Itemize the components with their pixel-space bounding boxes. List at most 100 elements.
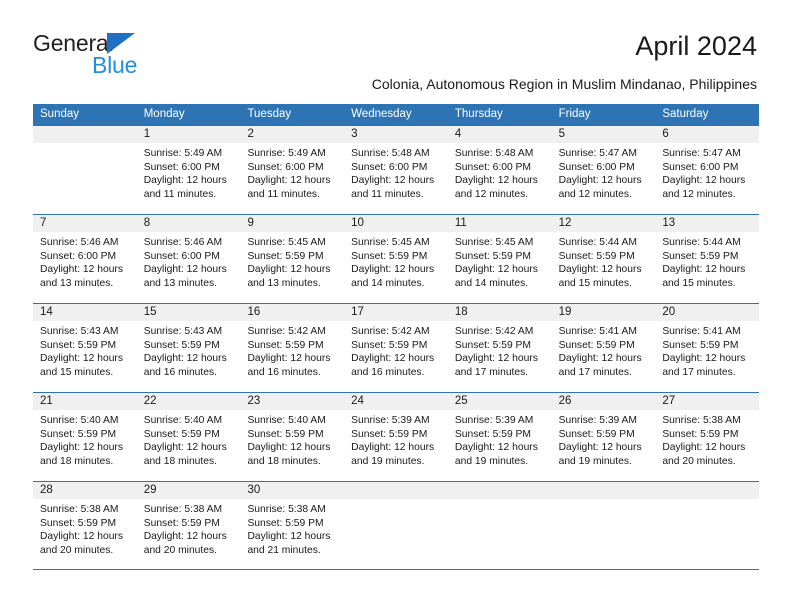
calendar-day-cell[interactable]: 12 Sunrise: 5:44 AM Sunset: 5:59 PM Dayligh… (551, 215, 656, 303)
day-detail-line: Sunrise: 5:39 AM (351, 415, 430, 426)
day-number: 16 (247, 306, 261, 318)
day-number-band: 2 (240, 126, 345, 143)
calendar-day-cell[interactable]: 28 Sunrise: 5:38 AM Sunset: 5:59 PM Dayligh… (33, 482, 137, 569)
day-detail-line: Sunset: 5:59 PM (143, 428, 220, 440)
day-details (552, 499, 656, 503)
day-detail-line: Sunset: 5:59 PM (143, 339, 220, 351)
day-detail-line: and 13 minutes. (143, 277, 217, 289)
day-detail-line: and 11 minutes. (351, 188, 424, 200)
day-details: Sunrise: 5:42 AM Sunset: 5:59 PM Daylight:… (240, 321, 344, 379)
day-number-band: 16 (240, 304, 345, 321)
day-detail-line: and 20 minutes. (143, 544, 217, 556)
day-detail-line: Daylight: 12 hours (143, 175, 227, 187)
calendar-day-cell[interactable]: 8 Sunrise: 5:46 AM Sunset: 6:00 PM Daylight… (136, 215, 241, 303)
day-number: 6 (662, 128, 669, 140)
day-detail-line: Sunset: 5:59 PM (40, 339, 117, 351)
day-number-band: 25 (447, 393, 552, 410)
day-of-week-header-monday: Monday (143, 108, 185, 120)
calendar-week-row: 21 Sunrise: 5:40 AM Sunset: 5:59 PM Dayligh… (33, 392, 760, 481)
day-detail-line: and 15 minutes. (558, 277, 632, 289)
day-detail-line: and 16 minutes. (143, 366, 217, 378)
day-detail-line: Sunset: 5:59 PM (247, 250, 324, 262)
calendar-day-cell[interactable]: 21 Sunrise: 5:40 AM Sunset: 5:59 PM Dayligh… (33, 393, 137, 481)
day-of-week-header-friday: Friday (558, 108, 591, 120)
day-details: Sunrise: 5:48 AM Sunset: 6:00 PM Daylight:… (344, 143, 448, 201)
page-subtitle-location: Colonia, Autonomous Region in Muslim Min… (371, 76, 757, 92)
calendar-day-cell[interactable]: 7 Sunrise: 5:46 AM Sunset: 6:00 PM Daylight… (33, 215, 137, 303)
calendar-day-cell[interactable]: 25 Sunrise: 5:39 AM Sunset: 5:59 PM Dayligh… (447, 393, 552, 481)
general-blue-logo[interactable]: General Blue (33, 31, 213, 79)
calendar-day-cell[interactable]: 2 Sunrise: 5:49 AM Sunset: 6:00 PM Daylight… (240, 126, 345, 214)
day-of-week-header-saturday: Saturday (662, 108, 709, 120)
calendar-day-cell[interactable]: 23 Sunrise: 5:40 AM Sunset: 5:59 PM Dayligh… (240, 393, 345, 481)
day-details: Sunrise: 5:38 AM Sunset: 5:59 PM Daylight:… (655, 410, 759, 468)
day-number-band: 12 (551, 215, 656, 232)
day-details (344, 499, 448, 503)
day-number-band: 14 (33, 304, 137, 321)
calendar-day-cell[interactable]: 24 Sunrise: 5:39 AM Sunset: 5:59 PM Dayligh… (344, 393, 448, 481)
day-number-band (33, 126, 137, 143)
day-detail-line: Daylight: 12 hours (662, 442, 746, 454)
day-detail-line: Sunrise: 5:43 AM (143, 326, 223, 337)
day-detail-line: and 19 minutes. (558, 455, 632, 467)
calendar-day-cell[interactable]: 13 Sunrise: 5:44 AM Sunset: 5:59 PM Dayligh… (655, 215, 760, 303)
day-detail-line: Daylight: 12 hours (454, 264, 538, 276)
day-detail-line: Sunset: 5:59 PM (558, 250, 635, 262)
calendar-day-cell[interactable]: 5 Sunrise: 5:47 AM Sunset: 6:00 PM Daylight… (551, 126, 656, 214)
day-number: 5 (558, 128, 565, 140)
calendar-day-cell[interactable]: 10 Sunrise: 5:45 AM Sunset: 5:59 PM Dayligh… (344, 215, 448, 303)
calendar-day-cell[interactable]: 20 Sunrise: 5:41 AM Sunset: 5:59 PM Dayligh… (655, 304, 760, 392)
day-detail-line: and 18 minutes. (40, 455, 114, 467)
calendar-day-cell[interactable]: 19 Sunrise: 5:41 AM Sunset: 5:59 PM Dayligh… (551, 304, 656, 392)
calendar-day-cell[interactable]: 6 Sunrise: 5:47 AM Sunset: 6:00 PM Daylight… (655, 126, 760, 214)
day-number-band: 10 (344, 215, 448, 232)
day-details: Sunrise: 5:47 AM Sunset: 6:00 PM Daylight:… (655, 143, 759, 201)
calendar-day-cell[interactable]: 29 Sunrise: 5:38 AM Sunset: 5:59 PM Dayligh… (136, 482, 241, 569)
calendar-day-cell[interactable]: 18 Sunrise: 5:42 AM Sunset: 5:59 PM Dayligh… (447, 304, 552, 392)
day-detail-line: Sunset: 5:59 PM (247, 428, 324, 440)
day-number-band: 13 (655, 215, 760, 232)
calendar-day-cell[interactable]: 4 Sunrise: 5:48 AM Sunset: 6:00 PM Daylight… (447, 126, 552, 214)
calendar-day-cell[interactable]: 11 Sunrise: 5:45 AM Sunset: 5:59 PM Dayligh… (447, 215, 552, 303)
calendar-day-cell[interactable]: 30 Sunrise: 5:38 AM Sunset: 5:59 PM Dayligh… (240, 482, 345, 569)
calendar-day-cell[interactable]: 9 Sunrise: 5:45 AM Sunset: 5:59 PM Daylight… (240, 215, 345, 303)
day-number-band: 23 (240, 393, 345, 410)
day-number-band: 4 (447, 126, 552, 143)
day-detail-line: Daylight: 12 hours (558, 442, 642, 454)
day-of-week-header-sunday: Sunday (40, 108, 80, 120)
day-detail-line: Sunset: 5:59 PM (662, 250, 739, 262)
calendar-day-cell[interactable]: 17 Sunrise: 5:42 AM Sunset: 5:59 PM Dayligh… (344, 304, 448, 392)
day-number-band: 28 (33, 482, 137, 499)
day-number: 25 (454, 395, 468, 407)
day-detail-line: Sunrise: 5:39 AM (558, 415, 638, 426)
day-detail-line: Daylight: 12 hours (40, 353, 123, 365)
calendar-day-cell[interactable]: 16 Sunrise: 5:42 AM Sunset: 5:59 PM Dayligh… (240, 304, 345, 392)
day-details: Sunrise: 5:43 AM Sunset: 5:59 PM Daylight:… (137, 321, 241, 379)
calendar-day-cell[interactable]: 22 Sunrise: 5:40 AM Sunset: 5:59 PM Dayligh… (136, 393, 241, 481)
calendar-cell-empty (447, 482, 552, 569)
day-detail-line: and 12 minutes. (662, 188, 736, 200)
calendar-day-cell[interactable]: 27 Sunrise: 5:38 AM Sunset: 5:59 PM Dayligh… (655, 393, 760, 481)
day-number-band: 6 (655, 126, 760, 143)
calendar-grid: Sunday Monday Tuesday Wednesday Thursday Frid… (33, 104, 760, 570)
day-number-band: 30 (240, 482, 345, 499)
calendar-day-cell[interactable]: 14 Sunrise: 5:43 AM Sunset: 5:59 PM Dayligh… (33, 304, 137, 392)
calendar-cell-empty (551, 482, 656, 569)
day-detail-line: Sunrise: 5:40 AM (247, 415, 326, 426)
day-details: Sunrise: 5:41 AM Sunset: 5:59 PM Daylight:… (655, 321, 759, 379)
day-detail-line: and 20 minutes. (40, 544, 114, 556)
day-detail-line: Sunset: 5:59 PM (558, 428, 635, 440)
calendar-day-cell[interactable]: 26 Sunrise: 5:39 AM Sunset: 5:59 PM Dayligh… (551, 393, 656, 481)
day-number-band: 22 (136, 393, 241, 410)
calendar-day-cell[interactable]: 3 Sunrise: 5:48 AM Sunset: 6:00 PM Daylight… (344, 126, 448, 214)
calendar-day-cell[interactable]: 15 Sunrise: 5:43 AM Sunset: 5:59 PM Dayligh… (136, 304, 241, 392)
day-number: 4 (454, 128, 462, 140)
calendar-day-cell[interactable]: 1 Sunrise: 5:49 AM Sunset: 6:00 PM Daylight… (136, 126, 241, 214)
day-of-week-header-thursday: Thursday (454, 108, 503, 120)
day-number: 10 (351, 217, 364, 229)
day-detail-line: Sunrise: 5:41 AM (558, 326, 638, 337)
day-number: 21 (40, 395, 53, 407)
day-number-band: 15 (136, 304, 241, 321)
day-number: 12 (558, 217, 572, 229)
day-detail-line: Sunrise: 5:45 AM (247, 237, 326, 248)
